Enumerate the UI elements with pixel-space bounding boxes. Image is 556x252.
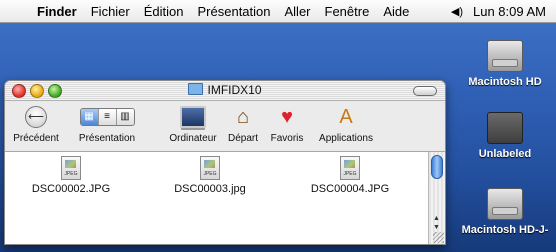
home-icon: ⌂	[236, 106, 250, 128]
toolbar-toggle-button[interactable]	[413, 86, 437, 96]
desktop-icon-label: Macintosh HD-J-	[461, 224, 549, 236]
jpeg-file-icon: JPEG	[200, 156, 220, 180]
file-name: DSC00004.JPG	[310, 183, 390, 195]
desktop-icon-label: Macintosh HD	[468, 76, 542, 88]
back-arrow-icon: ⟵	[25, 106, 47, 128]
menu-aller[interactable]: Aller	[278, 4, 318, 19]
desktop-icon-label: Unlabeled	[478, 148, 532, 160]
desktop-icon-macintosh-hd-j[interactable]: Macintosh HD-J-	[460, 188, 550, 236]
jpeg-file-icon: JPEG	[340, 156, 360, 180]
file-item[interactable]: JPEG DSC00002.JPG	[16, 156, 126, 195]
menu-finder[interactable]: Finder	[30, 4, 84, 19]
file-type-badge: JPEG	[64, 171, 78, 177]
toolbar-computer-button[interactable]: Ordinateur	[165, 103, 221, 144]
scroll-up-arrow-icon[interactable]: ▲	[430, 214, 443, 223]
toolbar-favorites-label: Favoris	[270, 133, 304, 144]
back-label: Précédent	[13, 133, 59, 144]
menu-clock[interactable]: Lun 8:09 AM	[469, 4, 556, 19]
toolbar-favorites-button[interactable]: ♥ Favoris	[267, 103, 307, 144]
menu-aide[interactable]: Aide	[376, 4, 416, 19]
hard-drive-icon	[487, 40, 523, 72]
jpeg-file-icon: JPEG	[61, 156, 81, 180]
resize-grip-icon[interactable]	[433, 232, 444, 243]
file-type-badge: JPEG	[203, 171, 217, 177]
computer-icon	[180, 106, 206, 128]
scroll-down-arrow-icon[interactable]: ▼	[430, 223, 443, 232]
file-name: DSC00002.JPG	[31, 183, 111, 195]
file-type-badge: JPEG	[343, 171, 357, 177]
toolbar-applications-button[interactable]: A Applications	[311, 103, 381, 144]
view-label: Présentation	[78, 133, 136, 144]
window-title-text: IMFIDX10	[207, 83, 262, 97]
file-item[interactable]: JPEG DSC00004.JPG	[295, 156, 405, 195]
file-item[interactable]: JPEG DSC00003.jpg	[155, 156, 265, 195]
file-browser-area: JPEG DSC00002.JPG JPEG DSC00003.jpg JPEG…	[5, 152, 428, 244]
folder-icon	[188, 83, 204, 95]
list-view-icon[interactable]: ≡	[97, 109, 116, 125]
back-button[interactable]: ⟵ Précédent	[7, 103, 65, 144]
disk-icon	[487, 112, 523, 144]
toolbar-computer-label: Ordinateur	[169, 133, 217, 144]
finder-window: IMFIDX10 ⟵ Précédent ▦ ≡ ▥ Présentation …	[4, 80, 446, 245]
menu-presentation[interactable]: Présentation	[191, 4, 278, 19]
icon-view-icon[interactable]: ▦	[80, 109, 98, 125]
column-view-icon[interactable]: ▥	[115, 109, 134, 125]
desktop-icon-macintosh-hd[interactable]: Macintosh HD	[460, 40, 550, 88]
window-titlebar[interactable]: IMFIDX10	[5, 81, 445, 101]
window-title: IMFIDX10	[5, 83, 445, 97]
desktop-icon-unlabeled[interactable]: Unlabeled	[460, 112, 550, 160]
view-segmented-control[interactable]: ▦ ≡ ▥	[79, 108, 135, 126]
favorites-heart-icon: ♥	[281, 106, 293, 128]
view-control[interactable]: ▦ ≡ ▥ Présentation	[69, 103, 145, 144]
menu-bar: Finder Fichier Édition Présentation Alle…	[0, 0, 556, 23]
toolbar-home-button[interactable]: ⌂ Départ	[223, 103, 263, 144]
toolbar-home-label: Départ	[227, 133, 258, 144]
finder-toolbar: ⟵ Précédent ▦ ≡ ▥ Présentation Ordinateu…	[5, 101, 445, 152]
applications-icon: A	[339, 106, 353, 128]
menu-edition[interactable]: Édition	[137, 4, 191, 19]
toolbar-applications-label: Applications	[319, 133, 373, 144]
scroll-arrows[interactable]: ▲ ▼	[430, 214, 443, 232]
file-name: DSC00003.jpg	[174, 183, 246, 195]
volume-icon[interactable]: ◀)	[445, 5, 469, 18]
scroll-thumb[interactable]	[431, 155, 443, 179]
menu-fichier[interactable]: Fichier	[84, 4, 137, 19]
menu-fenetre[interactable]: Fenêtre	[318, 4, 377, 19]
hard-drive-icon	[487, 188, 523, 220]
vertical-scrollbar[interactable]: ▲ ▼	[428, 152, 445, 244]
